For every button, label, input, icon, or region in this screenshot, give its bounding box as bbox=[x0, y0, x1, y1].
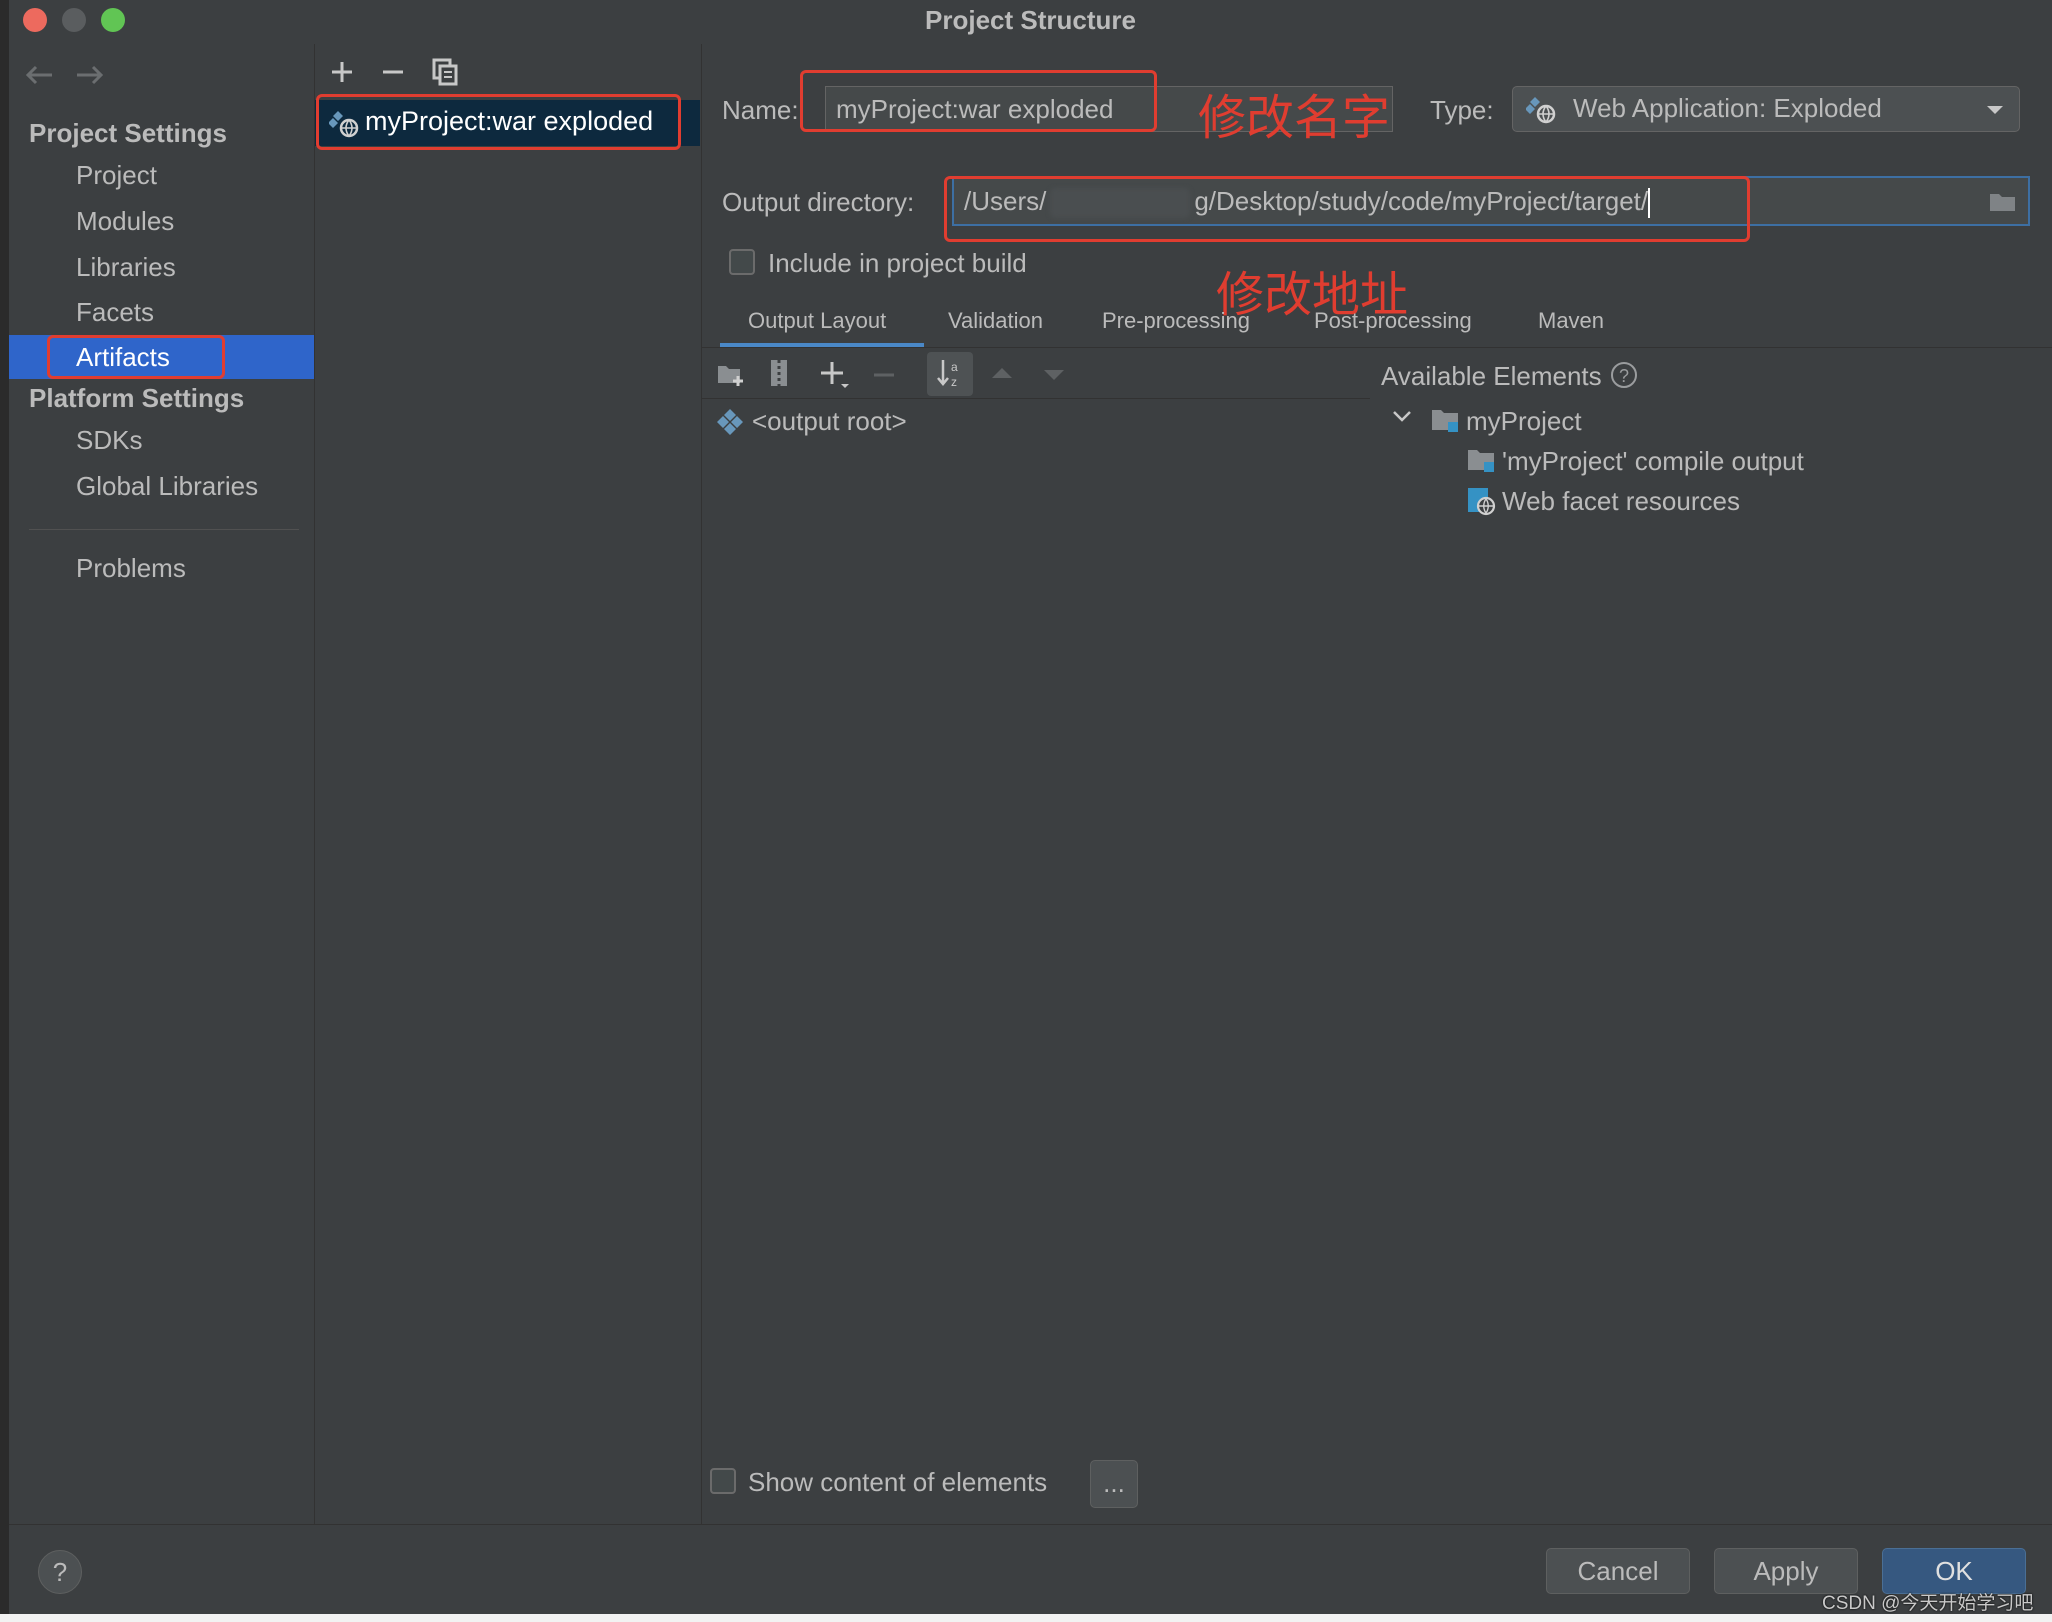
module-folder-icon bbox=[1430, 406, 1462, 434]
svg-text:?: ? bbox=[1619, 366, 1629, 386]
tree-item-web-facet-resources[interactable]: Web facet resources bbox=[1502, 486, 1740, 517]
sidebar-item-label: SDKs bbox=[76, 425, 143, 455]
sort-icon: az bbox=[935, 358, 965, 390]
sidebar-divider bbox=[29, 529, 299, 530]
title-bar: Project Structure bbox=[9, 0, 2052, 44]
web-artifact-icon bbox=[1526, 96, 1556, 124]
archive-icon[interactable] bbox=[768, 358, 790, 388]
type-dropdown[interactable]: Web Application: Exploded bbox=[1512, 86, 2020, 132]
tab-post-processing[interactable]: Post-processing bbox=[1314, 308, 1472, 334]
remove-icon[interactable] bbox=[872, 372, 896, 378]
tabs-divider bbox=[702, 347, 2052, 348]
show-content-label: Show content of elements bbox=[748, 1467, 1048, 1497]
tree-item-compile-output[interactable]: 'myProject' compile output bbox=[1502, 446, 1804, 477]
artifact-root-icon bbox=[716, 408, 744, 436]
move-down-icon[interactable] bbox=[1042, 368, 1066, 382]
rename-annotation: 修改名字 bbox=[1198, 92, 1391, 145]
name-label: Name: bbox=[722, 95, 799, 125]
new-directory-icon[interactable] bbox=[716, 360, 746, 388]
artifacts-highlight-box bbox=[47, 335, 225, 379]
help-circle-icon[interactable]: ? bbox=[1610, 361, 1638, 389]
add-icon[interactable] bbox=[330, 60, 354, 84]
copy-icon[interactable] bbox=[432, 58, 458, 86]
sidebar-item-project[interactable]: Project bbox=[9, 153, 314, 197]
include-in-build-checkbox[interactable] bbox=[729, 249, 755, 275]
output-directory-label: Output directory: bbox=[722, 187, 915, 217]
output-root-item[interactable]: <output root> bbox=[752, 406, 907, 437]
layout-toolbar-divider bbox=[702, 398, 1370, 399]
show-content-checkbox[interactable] bbox=[710, 1468, 736, 1494]
tab-maven[interactable]: Maven bbox=[1538, 308, 1604, 334]
window-left-edge bbox=[0, 0, 9, 1622]
window-title: Project Structure bbox=[925, 5, 1136, 35]
sidebar-item-modules[interactable]: Modules bbox=[9, 199, 314, 243]
artifact-highlight-box bbox=[316, 94, 681, 150]
move-up-icon[interactable] bbox=[990, 366, 1014, 380]
sidebar-item-label: Libraries bbox=[76, 252, 176, 282]
sidebar-item-sdks[interactable]: SDKs bbox=[9, 418, 314, 462]
sidebar-item-libraries[interactable]: Libraries bbox=[9, 245, 314, 289]
project-settings-header: Project Settings bbox=[29, 118, 227, 148]
include-in-build-label: Include in project build bbox=[768, 248, 1027, 278]
help-button[interactable]: ? bbox=[38, 1550, 82, 1594]
add-icon[interactable] bbox=[820, 360, 850, 390]
csdn-watermark: CSDN @今天开始学习吧 bbox=[1822, 1593, 2034, 1614]
footer-divider bbox=[9, 1524, 2052, 1525]
chevron-down-icon[interactable] bbox=[1392, 410, 1412, 424]
arrow-left-icon[interactable] bbox=[24, 64, 54, 86]
name-highlight-box bbox=[800, 70, 1157, 132]
sidebar-item-problems[interactable]: Problems bbox=[9, 546, 314, 590]
more-options-button[interactable]: ... bbox=[1090, 1460, 1138, 1508]
artifacts-panel: myProject:war exploded bbox=[315, 44, 702, 1524]
available-elements-label: Available Elements bbox=[1381, 361, 1602, 391]
sidebar-item-facets[interactable]: Facets bbox=[9, 290, 314, 334]
window-bottom-edge bbox=[0, 1614, 2052, 1622]
compile-output-folder-icon bbox=[1466, 446, 1498, 474]
sidebar-item-label: Facets bbox=[76, 297, 155, 327]
chevron-down-icon[interactable] bbox=[1985, 104, 2005, 116]
tab-output-layout[interactable]: Output Layout bbox=[748, 308, 886, 334]
cancel-button[interactable]: Cancel bbox=[1546, 1548, 1690, 1594]
tab-pre-processing[interactable]: Pre-processing bbox=[1102, 308, 1250, 334]
arrow-right-icon[interactable] bbox=[75, 64, 105, 86]
sidebar-item-label: Modules bbox=[76, 206, 175, 236]
sidebar-item-global-libraries[interactable]: Global Libraries bbox=[9, 464, 314, 508]
web-resources-icon bbox=[1466, 486, 1498, 516]
sidebar-item-label: Problems bbox=[76, 553, 186, 583]
remove-icon[interactable] bbox=[381, 60, 405, 84]
sidebar-item-label: Project bbox=[76, 160, 157, 190]
svg-text:a: a bbox=[951, 360, 958, 374]
type-dropdown-value: Web Application: Exploded bbox=[1573, 93, 1882, 123]
folder-browse-icon[interactable] bbox=[1988, 190, 2018, 214]
tab-validation[interactable]: Validation bbox=[948, 308, 1043, 334]
tree-item-myproject[interactable]: myProject bbox=[1466, 406, 1582, 437]
output-directory-highlight-box bbox=[944, 176, 1750, 242]
svg-text:z: z bbox=[951, 375, 957, 389]
settings-sidebar: Project Settings Project Modules Librari… bbox=[9, 44, 315, 1524]
sort-button[interactable]: az bbox=[927, 352, 973, 396]
type-label: Type: bbox=[1430, 95, 1494, 125]
sidebar-item-label: Global Libraries bbox=[76, 471, 259, 501]
platform-settings-header: Platform Settings bbox=[29, 383, 245, 413]
